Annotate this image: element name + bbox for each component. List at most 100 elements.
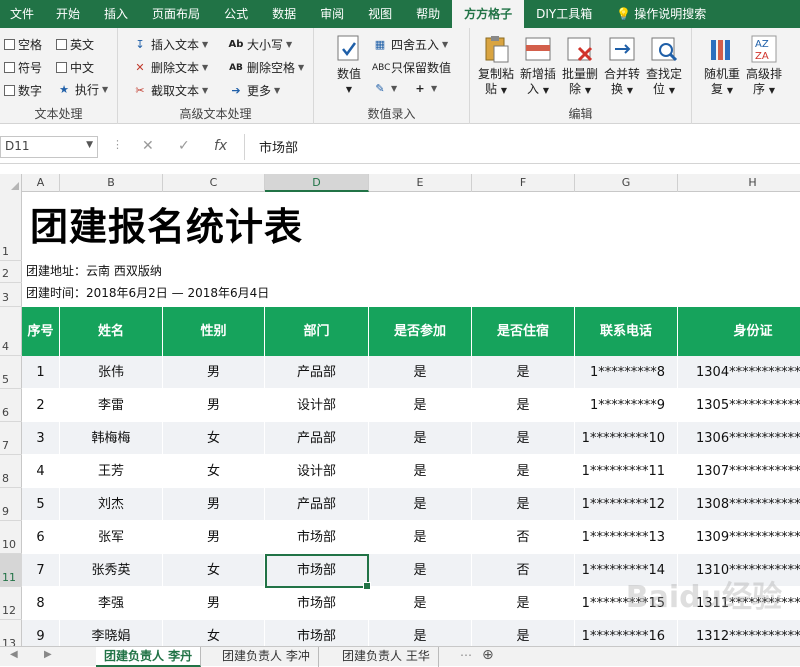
checkbox-symbol[interactable]: 符号 (4, 59, 42, 76)
tab-review[interactable]: 审阅 (308, 0, 356, 28)
cell-index[interactable]: 1 (22, 356, 60, 389)
cell-gender[interactable]: 女 (163, 554, 265, 587)
column-header-a[interactable]: A (22, 174, 60, 192)
cell-name[interactable]: 张伟 (60, 356, 163, 389)
execute-button[interactable]: ★ 执行 ▼ (56, 81, 108, 98)
tab-formulas[interactable]: 公式 (212, 0, 260, 28)
event-address[interactable]: 团建地址：云南 西双版纳 (26, 262, 162, 279)
column-header-h[interactable]: H (678, 174, 800, 192)
cell-phone[interactable]: 1*********13 (575, 521, 678, 554)
row-header[interactable]: 5 (0, 356, 22, 389)
cell-attend[interactable]: 是 (369, 389, 472, 422)
cell-lodging[interactable]: 是 (472, 356, 575, 389)
round-button[interactable]: ▦ 四舍五入 ▼ (372, 36, 448, 53)
header-cell-lodging[interactable]: 是否住宿 (472, 307, 575, 356)
header-cell-phone[interactable]: 联系电话 (575, 307, 678, 356)
sheet-tab-lidan[interactable]: 团建负责人 李丹 (96, 647, 202, 667)
column-header-d[interactable]: D (265, 174, 369, 192)
cell-department[interactable]: 产品部 (265, 488, 369, 521)
header-cell-index[interactable]: 序号 (22, 307, 60, 356)
cell-phone[interactable]: 1*********14 (575, 554, 678, 587)
cell-gender[interactable]: 男 (163, 521, 265, 554)
cell-lodging[interactable]: 是 (472, 620, 575, 646)
cell-department[interactable]: 市场部 (265, 620, 369, 646)
column-header-b[interactable]: B (60, 174, 163, 192)
keep-value-button[interactable]: ABC 只保留数值 (372, 59, 451, 76)
cell-phone[interactable]: 1*********8 (575, 356, 678, 389)
cell-lodging[interactable]: 是 (472, 455, 575, 488)
tell-me-search[interactable]: 💡 操作说明搜索 (604, 0, 718, 28)
tab-fangfang[interactable]: 方方格子 (452, 0, 525, 28)
cell-department[interactable]: 产品部 (265, 422, 369, 455)
cell-phone[interactable]: 1*********15 (575, 587, 678, 620)
row-header[interactable]: 2 (0, 261, 22, 283)
tab-diy-toolbox[interactable]: DIY工具箱 (524, 0, 604, 28)
header-cell-id[interactable]: 身份证 (678, 307, 800, 356)
delete-space-button[interactable]: AB 删除空格 ▼ (228, 59, 304, 76)
copy-paste-button[interactable]: 复制粘贴 ▼ (476, 34, 516, 98)
find-locate-button[interactable]: 查找定位 ▼ (644, 34, 684, 98)
cell-id[interactable]: 1304************* (678, 356, 800, 389)
cell-id[interactable]: 1310************* (678, 554, 800, 587)
checkbox-english[interactable]: 英文 (56, 36, 94, 53)
enter-check-icon[interactable]: ✓ (178, 138, 190, 154)
cell-id[interactable]: 1308************* (678, 488, 800, 521)
tab-help[interactable]: 帮助 (404, 0, 452, 28)
prev-sheet-icon[interactable]: ◀ (10, 649, 18, 660)
cell-name[interactable]: 张秀英 (60, 554, 163, 587)
row-header[interactable]: 10 (0, 521, 22, 554)
checkbox-space[interactable]: 空格 (4, 36, 42, 53)
cell-attend[interactable]: 是 (369, 422, 472, 455)
checkbox-box[interactable] (4, 85, 15, 96)
cell-lodging[interactable]: 是 (472, 422, 575, 455)
tab-home[interactable]: 开始 (44, 0, 92, 28)
cell-phone[interactable]: 1*********12 (575, 488, 678, 521)
merge-convert-button[interactable]: 合并转换 ▼ (602, 34, 642, 98)
cell-attend[interactable]: 是 (369, 455, 472, 488)
cell-attend[interactable]: 是 (369, 356, 472, 389)
cell-index[interactable]: 8 (22, 587, 60, 620)
insert-new-button[interactable]: 新增插入 ▼ (518, 34, 558, 98)
checkbox-box[interactable] (56, 62, 67, 73)
cell-phone[interactable]: 1*********10 (575, 422, 678, 455)
row-header[interactable]: 8 (0, 455, 22, 488)
row-header[interactable]: 6 (0, 389, 22, 422)
cell-lodging[interactable]: 是 (472, 587, 575, 620)
cell-name[interactable]: 刘杰 (60, 488, 163, 521)
add-button[interactable]: + ▼ (412, 82, 437, 95)
cell-index[interactable]: 5 (22, 488, 60, 521)
cell-attend[interactable]: 是 (369, 587, 472, 620)
row-header[interactable]: 13 (0, 620, 22, 646)
cell-id[interactable]: 1309************* (678, 521, 800, 554)
cell-id[interactable]: 1311************* (678, 587, 800, 620)
insert-function-icon[interactable]: fx (214, 138, 227, 154)
select-all-corner[interactable] (0, 174, 22, 192)
cell-index[interactable]: 3 (22, 422, 60, 455)
chevron-down-icon[interactable]: ▼ (86, 140, 93, 150)
cell-index[interactable]: 7 (22, 554, 60, 587)
next-sheet-icon[interactable]: ▶ (44, 649, 52, 660)
sheet-title[interactable]: 团建报名统计表 (30, 196, 303, 251)
cell-department[interactable]: 市场部 (265, 521, 369, 554)
extract-text-button[interactable]: ✂ 截取文本 ▼ (132, 82, 208, 99)
cell-lodging[interactable]: 否 (472, 554, 575, 587)
insert-text-button[interactable]: ↧ 插入文本 ▼ (132, 36, 208, 53)
formula-input[interactable]: 市场部 (244, 134, 800, 160)
cell-phone[interactable]: 1*********11 (575, 455, 678, 488)
cell-gender[interactable]: 男 (163, 356, 265, 389)
cell-attend[interactable]: 是 (369, 521, 472, 554)
add-sheet-icon[interactable]: ⊕ (482, 647, 494, 663)
cell-index[interactable]: 9 (22, 620, 60, 646)
cell-name[interactable]: 李晓娟 (60, 620, 163, 646)
cell-gender[interactable]: 男 (163, 488, 265, 521)
row-header[interactable]: 1 (0, 192, 22, 261)
tab-view[interactable]: 视图 (356, 0, 404, 28)
cell-phone[interactable]: 1*********16 (575, 620, 678, 646)
cell-gender[interactable]: 男 (163, 587, 265, 620)
cell-name[interactable]: 李强 (60, 587, 163, 620)
header-cell-name[interactable]: 姓名 (60, 307, 163, 356)
cell-index[interactable]: 6 (22, 521, 60, 554)
cell-gender[interactable]: 男 (163, 389, 265, 422)
more-button[interactable]: ➔ 更多 ▼ (228, 82, 280, 99)
cell-lodging[interactable]: 是 (472, 488, 575, 521)
